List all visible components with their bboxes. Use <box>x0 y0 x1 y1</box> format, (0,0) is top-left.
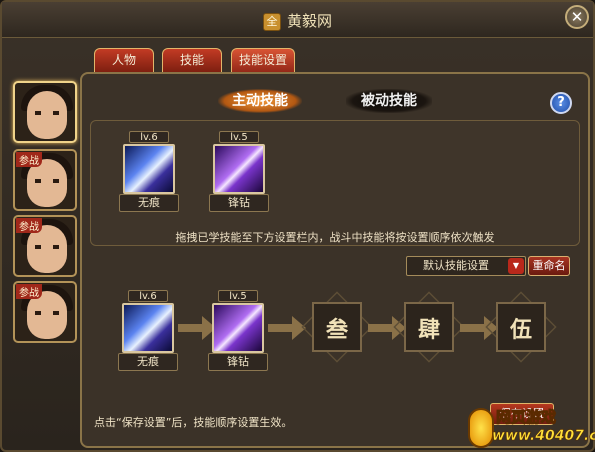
mode-switch: 主动技能 被动技能 ? <box>82 80 588 116</box>
sword-slash-icon[interactable] <box>122 303 174 353</box>
tab-skill-settings[interactable]: 技能设置 <box>231 48 295 72</box>
battle-badge: 参战 <box>16 218 42 233</box>
skill-name: 锋钻 <box>209 194 269 212</box>
avatar-face <box>27 91 67 139</box>
chevron-down-icon[interactable]: ▼ <box>508 258 524 274</box>
skill-settings-panel: 主动技能 被动技能 ? lv.6 无痕 lv.5 锋钻 拖拽已学技能至下方设置栏… <box>80 72 590 448</box>
purple-blade-icon[interactable] <box>213 144 265 194</box>
slot-3[interactable]: 叁 <box>301 291 373 363</box>
slot-4[interactable]: 肆 <box>393 291 465 363</box>
slot-number: 叁 <box>325 317 348 343</box>
mascot-logo-icon <box>468 408 494 448</box>
help-button[interactable]: ? <box>550 92 572 114</box>
passive-skills-tab[interactable]: 被动技能 <box>346 89 432 113</box>
watermark-title: 网页游戏 <box>495 408 557 427</box>
preset-select[interactable]: 默认技能设置 ▼ <box>406 256 526 276</box>
rename-button[interactable]: 重命名 <box>528 256 570 276</box>
avatar-eyes <box>35 311 59 315</box>
watermark-url: www.40407.com <box>492 428 595 445</box>
character-avatar-2[interactable]: 参战 <box>13 149 77 211</box>
arrow-icon <box>178 316 216 340</box>
title-bar: 全黄毅网 ✕ <box>2 2 593 38</box>
arrow-icon <box>268 316 306 340</box>
slot-5[interactable]: 伍 <box>485 291 557 363</box>
skill-order-area: lv.6 无痕 lv.5 锋钻 叁 肆 伍 <box>90 280 580 400</box>
watermark: 网页游戏 www.40407.com <box>468 406 595 450</box>
slot-number: 肆 <box>417 317 440 343</box>
avatar-eyes <box>35 245 59 249</box>
avatar-eyes <box>35 179 59 183</box>
battle-badge: 参战 <box>16 284 42 299</box>
footer-hint: 点击“保存设置”后，技能顺序设置生效。 <box>94 416 293 429</box>
character-avatar-1[interactable] <box>13 81 77 143</box>
skill-settings-window: 全黄毅网 ✕ 人物 技能 技能设置 参战 参战 参战 主动技能 被动技能 ? l… <box>0 0 595 452</box>
character-avatar-4[interactable]: 参战 <box>13 281 77 343</box>
sword-slash-icon[interactable] <box>123 144 175 194</box>
purple-blade-icon[interactable] <box>212 303 264 353</box>
window-title-text: 黄毅网 <box>286 12 332 30</box>
seal-icon: 全 <box>262 13 281 31</box>
avatar-eyes <box>35 111 59 115</box>
character-avatar-3[interactable]: 参战 <box>13 215 77 277</box>
skill-name: 无痕 <box>119 194 179 212</box>
preset-value: 默认技能设置 <box>423 259 489 272</box>
learned-skills-area: lv.6 无痕 lv.5 锋钻 拖拽已学技能至下方设置栏内，战斗中技能将按设置顺… <box>90 120 580 246</box>
window-title: 全黄毅网 <box>2 10 593 31</box>
skill-level: lv.6 <box>128 290 168 302</box>
skill-level: lv.6 <box>129 131 169 143</box>
tab-character[interactable]: 人物 <box>94 48 154 72</box>
close-button[interactable]: ✕ <box>565 5 589 29</box>
skill-level: lv.5 <box>219 131 259 143</box>
skill-name: 锋钻 <box>208 353 268 371</box>
skill-name: 无痕 <box>118 353 178 371</box>
battle-badge: 参战 <box>16 152 42 167</box>
skill-level: lv.5 <box>218 290 258 302</box>
tab-skills[interactable]: 技能 <box>162 48 222 72</box>
active-skills-tab[interactable]: 主动技能 <box>218 89 302 113</box>
slot-number: 伍 <box>509 317 532 343</box>
drag-hint: 拖拽已学技能至下方设置栏内，战斗中技能将按设置顺序依次触发 <box>175 231 495 244</box>
